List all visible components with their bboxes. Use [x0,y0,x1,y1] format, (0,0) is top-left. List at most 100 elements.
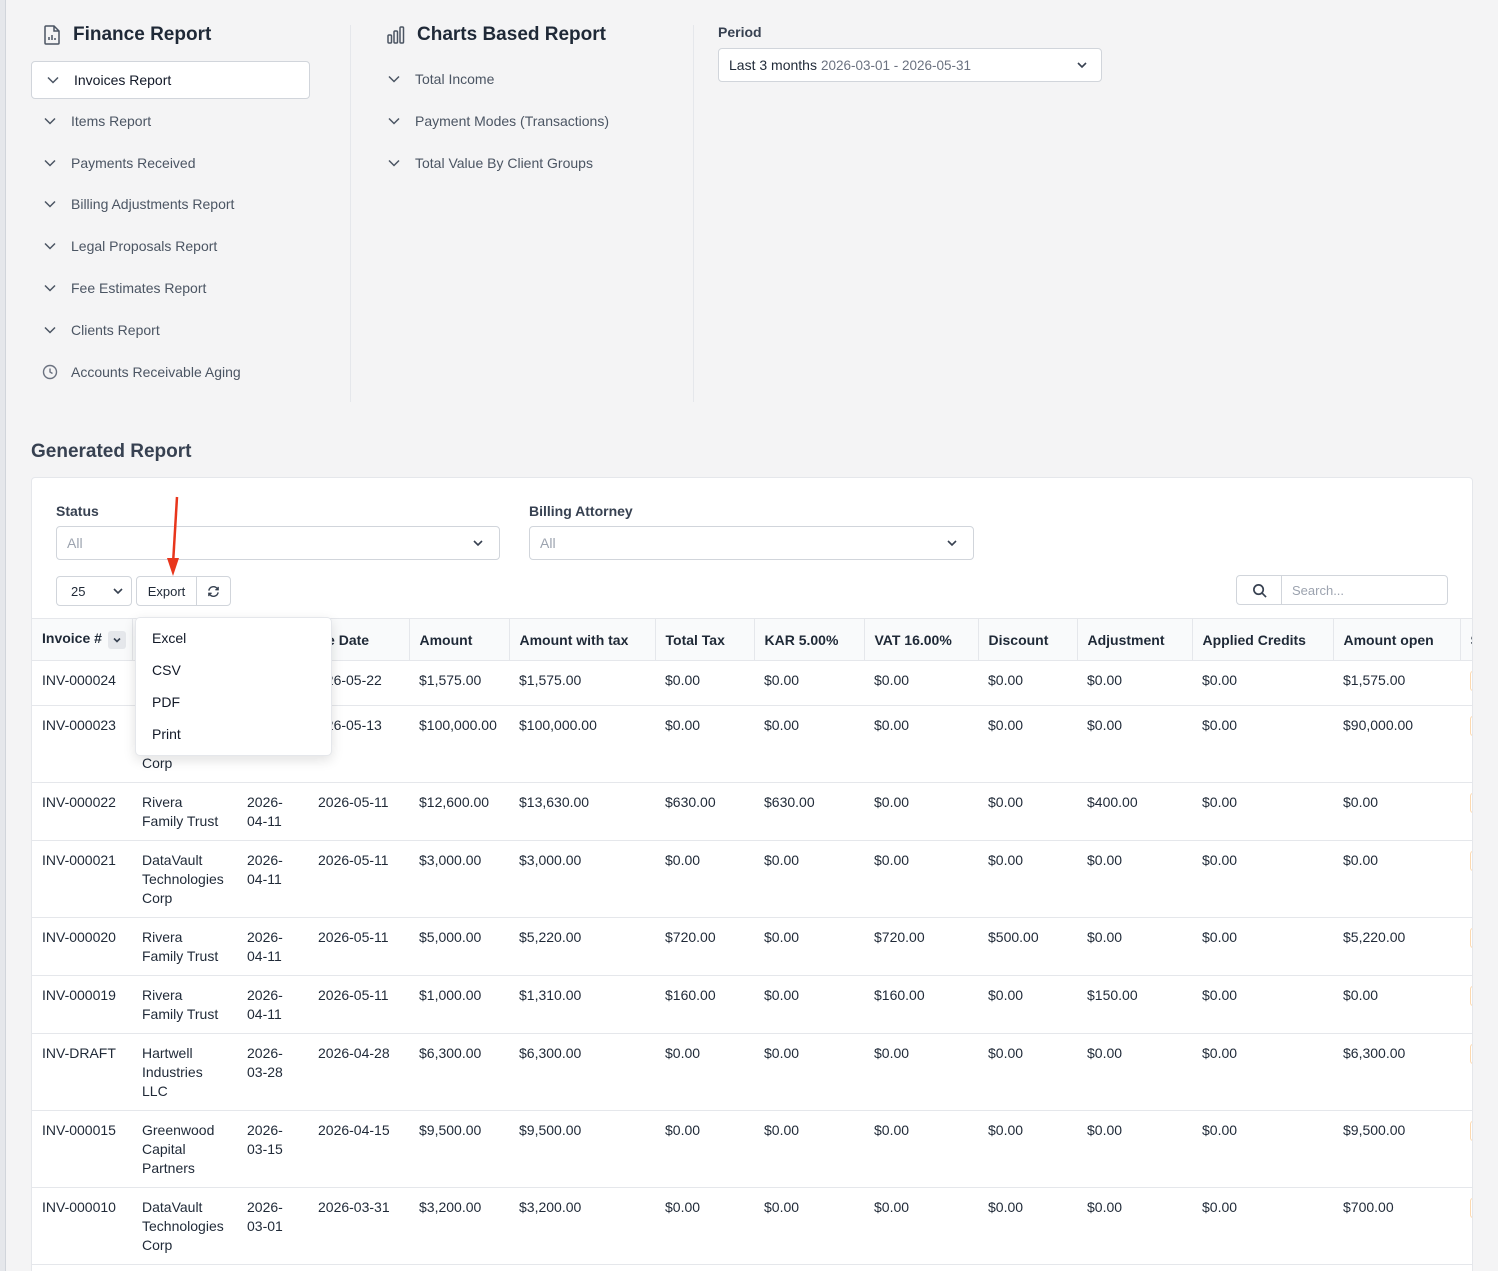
table-cell: $0.00 [978,840,1077,918]
table-cell: $3,200.00 [509,1187,655,1265]
table-cell: $3,000.00 [409,840,509,918]
table-cell: $0.00 [1077,660,1192,706]
table-row[interactable]: INV-000019 Rivera Family Trust 2026-04-11 2… [32,975,1472,1034]
table-cell: $0.00 [754,660,864,706]
table-cell: $500.00 [978,917,1077,976]
table-cell: INV-000023 [32,705,132,783]
table-cell: $0.00 [754,1033,864,1111]
finance-report-title: Finance Report [73,24,212,45]
period-range: 2026-03-01 - 2026-05-31 [820,57,972,73]
finance-menu-item[interactable]: Fee Estimates Report [31,269,206,307]
export-option-excel[interactable]: Excel [136,622,331,654]
finance-menu-item[interactable]: Invoices Report [31,61,310,99]
refresh-icon [208,585,219,597]
status-cell [1460,1110,1472,1188]
table-cell: $0.00 [655,705,754,783]
search-input[interactable] [1281,575,1448,605]
finance-menu-item[interactable]: Items Report [31,102,151,140]
table-row[interactable]: INV-000021 DataVault Technologies Corp 202… [32,840,1472,918]
table-cell: 2026-05-11 [308,917,409,976]
finance-menu-item[interactable]: Legal Proposals Report [31,227,217,265]
column-header[interactable]: Amount [409,618,510,661]
table-cell: $0.00 [1077,1187,1192,1265]
table-cell: $0.00 [864,705,978,783]
chevron-down-icon [41,112,59,130]
table-cell: $0.00 [978,1187,1077,1265]
table-cell: 2026-05-11 [308,975,409,1034]
table-cell: INV-000015 [32,1110,132,1188]
export-option-print[interactable]: Print [136,718,331,750]
finance-menu-item-label: Invoices Report [74,72,172,88]
table-cell: 2026-04-11 [237,917,308,976]
finance-menu-item[interactable]: Billing Adjustments Report [31,185,234,223]
column-header[interactable]: Amount open [1333,618,1461,661]
chevron-down-icon [945,536,959,553]
table-cell: $5,000.00 [409,917,509,976]
column-header[interactable]: VAT 16.00% [864,618,979,661]
column-header-label: Applied Credits [1202,631,1306,648]
page-size-select[interactable]: 25 [56,576,132,606]
table-cell: $0.00 [1192,840,1333,918]
table-cell: $6,300.00 [409,1033,509,1111]
charts-menu-item[interactable]: Total Income [375,60,494,98]
status-badge [1470,671,1472,691]
column-header-label: VAT 16.00% [874,631,952,648]
table-cell: $0.00 [1077,1033,1192,1111]
finance-menu-item[interactable]: Accounts Receivable Aging [31,353,241,391]
table-cell: $0.00 [1077,917,1192,976]
column-header[interactable]: Amount with tax [509,618,656,661]
table-cell: $0.00 [864,1187,978,1265]
column-header[interactable]: Invoice # [32,618,133,661]
period-select[interactable]: Last 3 months 2026-03-01 - 2026-05-31 [718,48,1102,82]
refresh-button[interactable] [196,576,231,606]
chevron-down-icon [44,71,62,89]
status-filter-select[interactable]: All [56,526,500,560]
table-row[interactable]: INV-000022 Rivera Family Trust 2026-04-11 2… [32,782,1472,841]
table-cell: $0.00 [754,1110,864,1188]
status-badge [1470,1121,1472,1141]
table-cell: $3,000.00 [509,840,655,918]
search-button[interactable] [1236,575,1282,605]
table-cell: $0.00 [754,705,864,783]
column-header-label: Amount [419,631,473,648]
table-cell: $1,575.00 [1333,660,1460,706]
report-card: Status All Billing Attorney All 25 Expor… [31,477,1473,1271]
column-header[interactable]: S [1460,618,1472,661]
status-badge [1470,1198,1472,1218]
table-cell: $0.00 [1192,705,1333,783]
charts-menu-item-label: Total Value By Client Groups [415,155,593,171]
period-label: Period [718,24,762,40]
chevron-down-icon [385,112,403,130]
finance-menu-item-label: Billing Adjustments Report [71,196,235,212]
table-cell: $720.00 [655,917,754,976]
table-cell: $1,575.00 [509,660,655,706]
table-cell: $0.00 [1192,1033,1333,1111]
export-option-csv[interactable]: CSV [136,654,331,686]
charts-menu-item[interactable]: Total Value By Client Groups [375,144,593,182]
generated-report-title: Generated Report [31,441,192,462]
sort-chevron-icon[interactable] [107,630,126,649]
finance-menu-item[interactable]: Clients Report [31,311,160,349]
table-cell: $630.00 [754,782,864,841]
table-cell: Rivera Family Trust [132,975,237,1034]
column-header[interactable]: Adjustment [1077,618,1193,661]
column-header[interactable]: Total Tax [655,618,755,661]
table-row[interactable]: INV-DRAFT Hartwell Industries LLC 2026-03-… [32,1033,1472,1111]
charts-menu-item[interactable]: Payment Modes (Transactions) [375,102,609,140]
status-cell [1460,782,1472,841]
billing-attorney-select[interactable]: All [529,526,974,560]
finance-menu-item[interactable]: Payments Received [31,144,196,182]
export-option-pdf[interactable]: PDF [136,686,331,718]
table-row[interactable]: INV-000020 Rivera Family Trust 2026-04-11 2… [32,917,1472,976]
column-header[interactable]: Discount [978,618,1078,661]
table-cell: Rivera Family Trust [132,782,237,841]
table-row[interactable]: INV-000015 Greenwood Capital Partners 2026… [32,1110,1472,1188]
table-row[interactable]: INV-000010 DataVault Technologies Corp 202… [32,1187,1472,1265]
column-header[interactable]: KAR 5.00% [754,618,865,661]
table-cell: $1,000.00 [409,975,509,1034]
export-button[interactable]: Export [136,576,197,606]
chevron-down-icon [41,279,59,297]
column-header[interactable]: Applied Credits [1192,618,1334,661]
table-cell: $400.00 [1077,782,1192,841]
table-cell: $0.00 [1192,1187,1333,1265]
